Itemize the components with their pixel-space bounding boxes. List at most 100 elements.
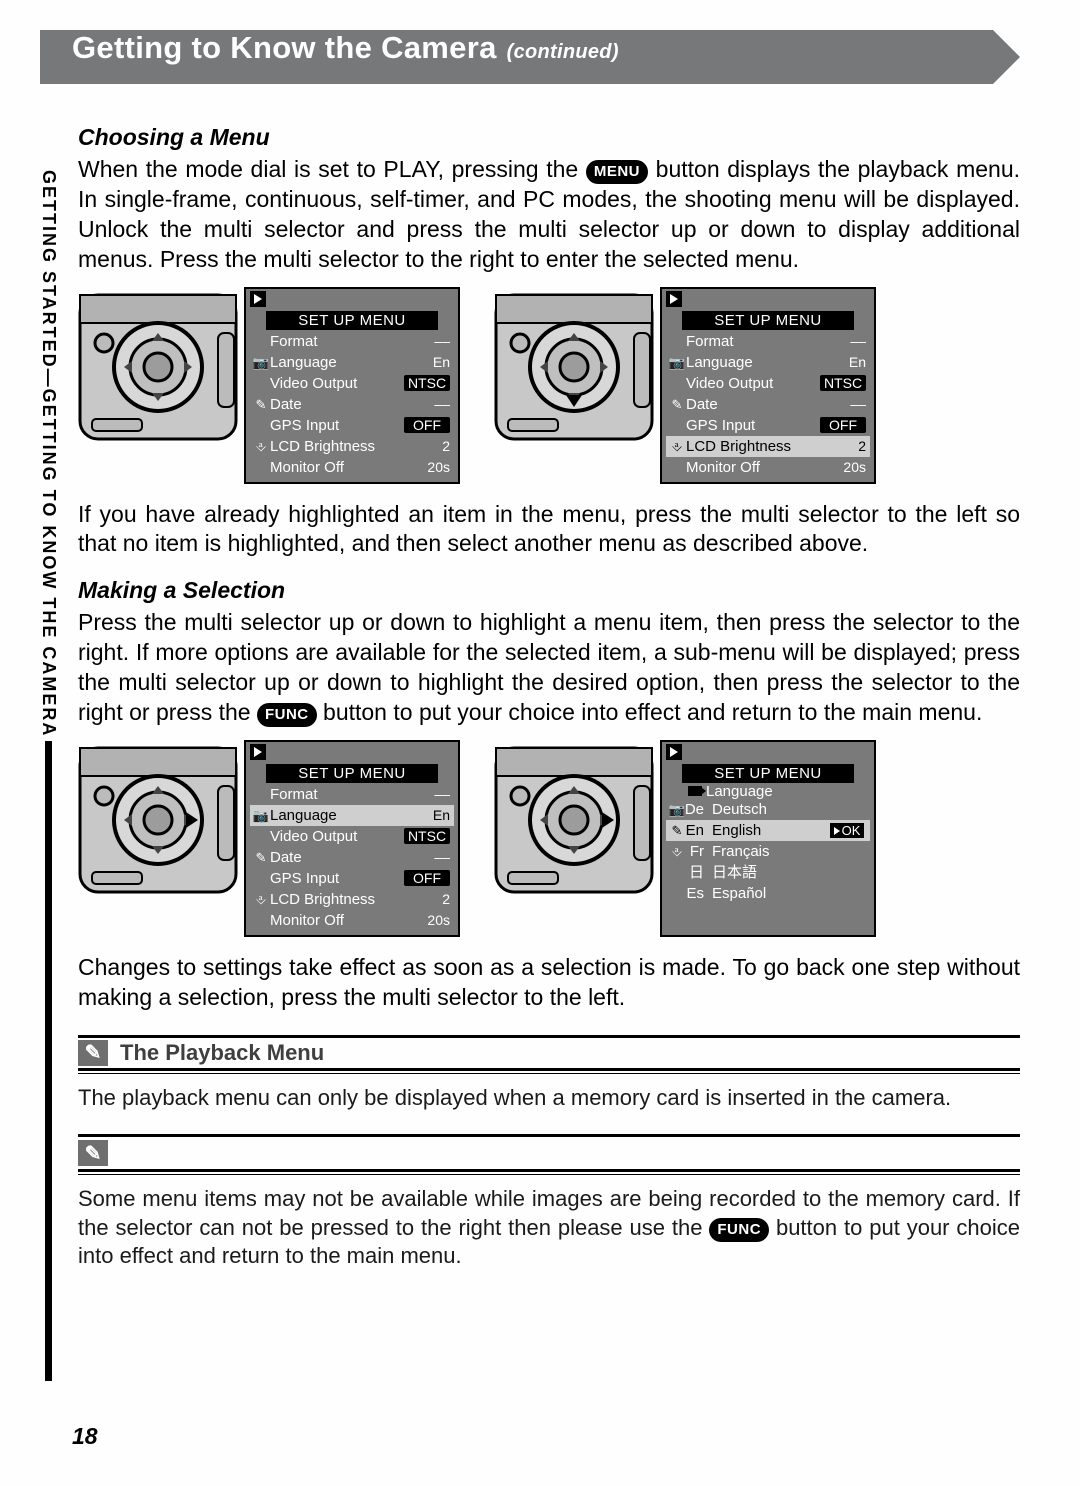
banner-body: Getting to Know the Camera (continued) [40, 30, 993, 84]
lcd-screen: SET UP MENU Format –– 📷 Language En Vide… [244, 740, 460, 937]
note-body-playback: The playback menu can only be displayed … [78, 1084, 1020, 1113]
lang-code: Fr [684, 844, 710, 859]
lcd-row-value: 2 [820, 439, 866, 453]
lcd-row-value: En [820, 355, 866, 369]
para-choosing-2: If you have already highlighted an item … [78, 500, 1020, 560]
lcd-row: Video Output NTSC [666, 373, 870, 394]
func-button-badge: FUNC [709, 1218, 769, 1242]
lcd-row-label: Language [268, 355, 404, 370]
lcd-row-label: Format [268, 787, 404, 802]
page-content: Choosing a Menu When the mode dial is se… [78, 124, 1020, 1271]
lcd-row-label: Date [684, 397, 820, 412]
lcd-row-label: Monitor Off [684, 460, 820, 475]
lcd-row-value: –– [820, 334, 866, 348]
heading-making-selection: Making a Selection [78, 577, 1020, 604]
lcd-row-value: OFF [820, 417, 866, 433]
row-icon: ⎀ [670, 845, 684, 858]
lcd-screen: SET UP MENU Format –– 📷 Language En Vide… [244, 287, 460, 484]
lcd-row: Format –– [666, 331, 870, 352]
lcd-row-value: OFF [404, 870, 450, 886]
row-icon: ✎ [670, 398, 684, 411]
camera-illustration [494, 740, 654, 900]
row-icon: 📷 [254, 809, 268, 822]
lcd-row: ⎀ LCD Brightness 2 [666, 436, 870, 457]
lcd-row-value: NTSC [404, 375, 450, 391]
lcd-row-value: 20s [404, 460, 450, 474]
pencil-note-icon: ✎ [78, 1140, 108, 1166]
lcd-row-value: OFF [404, 417, 450, 433]
lcd-row-value: 2 [404, 892, 450, 906]
row-icon: ⎀ [254, 893, 268, 906]
lcd-row: ✎ Date –– [250, 394, 454, 415]
row-icon: 📷 [670, 803, 684, 816]
note-heading-playback: ✎ The Playback Menu [78, 1035, 1020, 1071]
lcd-row: 📷 Language En [250, 352, 454, 373]
lcd-row-label: GPS Input [268, 871, 404, 886]
figure-1a: SET UP MENU Format –– 📷 Language En Vide… [78, 287, 460, 484]
lcd-subheading: Language [666, 784, 870, 799]
lcd-row-label: GPS Input [684, 418, 820, 433]
lang-label: 日本語 [710, 865, 828, 880]
lcd-row: Format –– [250, 331, 454, 352]
banner-continued: (continued) [507, 41, 619, 64]
lcd-row: GPS Input OFF [666, 415, 870, 436]
lcd-lang-row: Es Español [666, 883, 870, 904]
lcd-row: Video Output NTSC [250, 826, 454, 847]
lcd-row-label: Video Output [684, 376, 820, 391]
row-icon: ✎ [670, 824, 684, 837]
para-choosing-1: When the mode dial is set to PLAY, press… [78, 155, 1020, 275]
lcd-row-value: –– [404, 334, 450, 348]
side-tab-label: GETTING STARTED—GETTING TO KNOW THE CAME… [38, 170, 59, 737]
note-body-warning: Some menu items may not be available whi… [78, 1185, 1020, 1271]
lcd-row-label: Date [268, 850, 404, 865]
lcd-row-value: –– [404, 397, 450, 411]
rule [78, 1073, 1020, 1074]
side-tab: GETTING STARTED—GETTING TO KNOW THE CAME… [38, 170, 59, 1381]
lcd-row: ⎀ LCD Brightness 2 [250, 436, 454, 457]
lcd-row-label: Video Output [268, 376, 404, 391]
text: button to put your choice into effect an… [323, 699, 982, 725]
func-button-badge: FUNC [257, 703, 317, 727]
side-tab-bar [45, 741, 52, 1381]
lcd-row-label: LCD Brightness [684, 439, 820, 454]
figure-2b: SET UP MENULanguage 📷 De Deutsch ✎ En En… [494, 740, 876, 937]
para-making-2: Changes to settings take effect as soon … [78, 953, 1020, 1013]
play-tab-icon [250, 291, 266, 307]
figure-2a: SET UP MENU Format –– 📷 Language En Vide… [78, 740, 460, 937]
lcd-row-label: GPS Input [268, 418, 404, 433]
lang-label: Español [710, 886, 828, 901]
para-making-1: Press the multi selector up or down to h… [78, 608, 1020, 728]
lcd-row: ✎ Date –– [250, 847, 454, 868]
lcd-row: Monitor Off 20s [250, 457, 454, 478]
camera-illustration [78, 287, 238, 447]
lcd-row-value: 2 [404, 439, 450, 453]
lcd-row: GPS Input OFF [250, 868, 454, 889]
lcd-row-value: NTSC [820, 375, 866, 391]
lcd-title: SET UP MENU [266, 311, 438, 330]
lcd-screen-language: SET UP MENULanguage 📷 De Deutsch ✎ En En… [660, 740, 876, 937]
lcd-title: SET UP MENU [682, 764, 854, 783]
lcd-row-label: Video Output [268, 829, 404, 844]
lcd-row: Monitor Off 20s [666, 457, 870, 478]
lcd-row: ✎ Date –– [666, 394, 870, 415]
lcd-lang-row: ⎀ Fr Français [666, 841, 870, 862]
figure-row-2: SET UP MENU Format –– 📷 Language En Vide… [78, 740, 1020, 937]
lang-code: 日 [684, 865, 710, 880]
lang-code: En [684, 823, 710, 838]
lang-label: Deutsch [710, 802, 828, 817]
play-tab-icon [666, 291, 682, 307]
lcd-lang-row: 📷 De Deutsch [666, 799, 870, 820]
lcd-row-value: En [404, 355, 450, 369]
row-icon: ⎀ [670, 440, 684, 453]
text: When the mode dial is set to PLAY, press… [78, 156, 586, 182]
lcd-row: Monitor Off 20s [250, 910, 454, 931]
lcd-lang-row: ✎ En English OK [666, 820, 870, 841]
menu-button-badge: MENU [586, 160, 648, 184]
row-icon: 📷 [670, 356, 684, 369]
note-separator: ✎ [78, 1134, 1020, 1175]
camera-illustration [494, 287, 654, 447]
row-icon: ✎ [254, 398, 268, 411]
lcd-row-value: –– [404, 787, 450, 801]
lcd-row-label: Monitor Off [268, 913, 404, 928]
page-number: 18 [72, 1423, 98, 1450]
